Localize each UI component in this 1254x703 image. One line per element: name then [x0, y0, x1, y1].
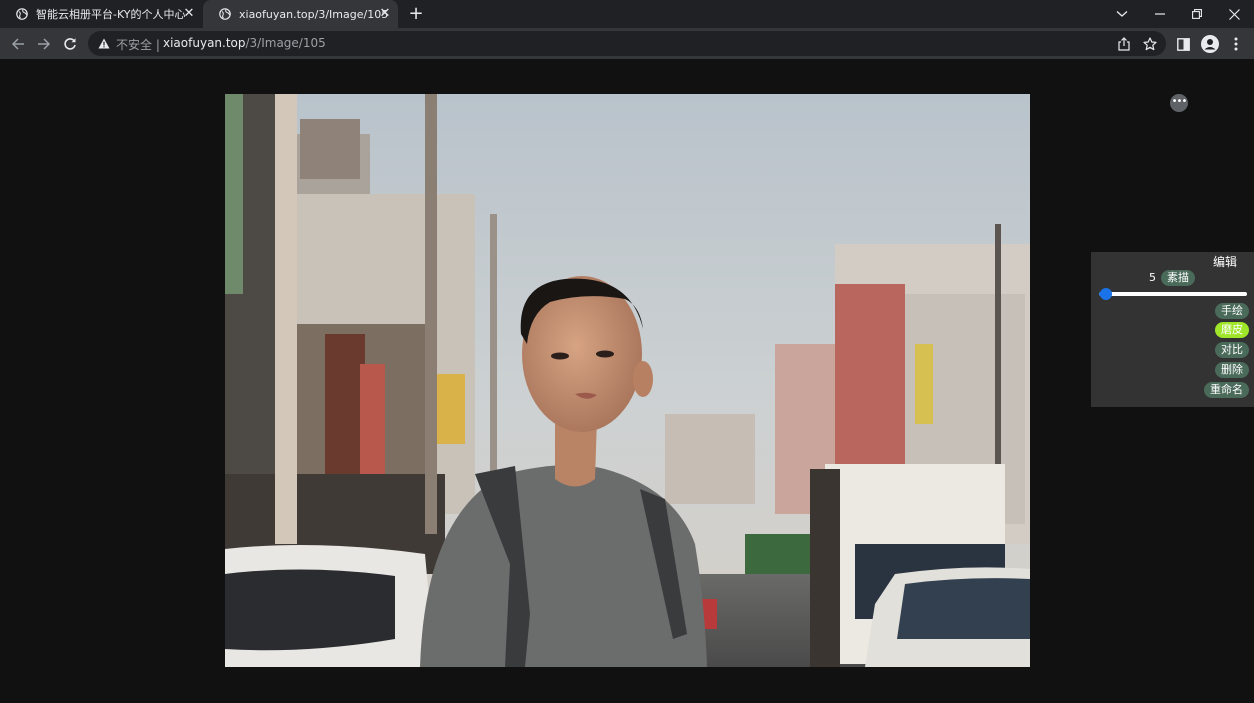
restore-button[interactable] [1179, 0, 1215, 28]
minimize-icon [1155, 13, 1165, 15]
close-icon [1228, 8, 1240, 20]
sketch-effect-button[interactable]: 素描 [1161, 270, 1195, 286]
share-icon [1118, 37, 1130, 51]
browser-toolbar: 不安全 | xiaofuyan.top/3/Image/105 [0, 28, 1254, 59]
chevron-down-icon [1116, 11, 1128, 17]
close-icon[interactable]: ✕ [182, 7, 196, 21]
kebab-menu-icon [1234, 37, 1238, 51]
reload-icon [64, 38, 76, 50]
tab-title: 智能云相册平台-KY的个人中心 [36, 8, 186, 21]
tab-image-105[interactable]: xiaofuyan.top/3/Image/105 ✕ [203, 0, 398, 28]
edit-panel: 编辑 5 素描 手绘 磨皮 对比 删除 重命名 [1091, 252, 1254, 407]
arrow-left-icon [11, 38, 24, 50]
globe-icon [219, 8, 231, 20]
tab-strip: 智能云相册平台-KY的个人中心 ✕ xiaofuyan.top/3/Image/… [0, 0, 1254, 28]
compare-button[interactable]: 对比 [1215, 342, 1249, 358]
profile-button[interactable] [1199, 33, 1221, 55]
page-content: ••• 编辑 5 素描 手绘 磨皮 对比 删除 重命名 [0, 59, 1254, 703]
album-photo[interactable] [225, 94, 1030, 667]
delete-button[interactable]: 删除 [1215, 362, 1249, 378]
bookmark-button[interactable] [1141, 35, 1159, 53]
close-icon[interactable]: ✕ [378, 7, 392, 21]
globe-icon [16, 8, 28, 20]
tab-search-button[interactable] [1104, 0, 1140, 28]
street-portrait-photo [225, 94, 1030, 667]
more-options-button[interactable]: ••• [1170, 94, 1188, 112]
minimize-button[interactable] [1142, 0, 1178, 28]
security-label[interactable]: 不安全 | [116, 36, 160, 53]
forward-button[interactable] [34, 34, 54, 54]
browser-menu-button[interactable] [1225, 33, 1247, 55]
arrow-right-icon [38, 38, 51, 50]
slider-value: 5 [1149, 271, 1156, 284]
hand-drawn-button[interactable]: 手绘 [1215, 303, 1249, 319]
intensity-slider[interactable] [1099, 288, 1247, 300]
side-panel-button[interactable] [1172, 33, 1194, 55]
url-path: /3/Image/105 [245, 36, 326, 50]
address-bar[interactable]: 不安全 | xiaofuyan.top/3/Image/105 [88, 31, 1166, 56]
reload-button[interactable] [60, 34, 80, 54]
side-panel-icon [1176, 37, 1190, 51]
avatar-icon [1201, 35, 1219, 53]
restore-icon [1192, 9, 1202, 19]
url-host: xiaofuyan.top [163, 36, 246, 50]
tab-title: xiaofuyan.top/3/Image/105 [239, 7, 389, 21]
rename-button[interactable]: 重命名 [1204, 382, 1249, 398]
slider-thumb[interactable] [1100, 288, 1113, 300]
tab-album-home[interactable]: 智能云相册平台-KY的个人中心 ✕ [0, 0, 202, 28]
edit-panel-title: 编辑 [1212, 255, 1237, 269]
url-text[interactable]: xiaofuyan.top/3/Image/105 [163, 36, 326, 50]
warning-icon [98, 38, 110, 49]
star-icon [1143, 37, 1157, 51]
skin-smoothing-button[interactable]: 磨皮 [1215, 322, 1249, 338]
new-tab-button[interactable]: + [406, 4, 426, 24]
share-button[interactable] [1115, 35, 1133, 53]
window-close-button[interactable] [1216, 0, 1252, 28]
back-button[interactable] [8, 34, 28, 54]
